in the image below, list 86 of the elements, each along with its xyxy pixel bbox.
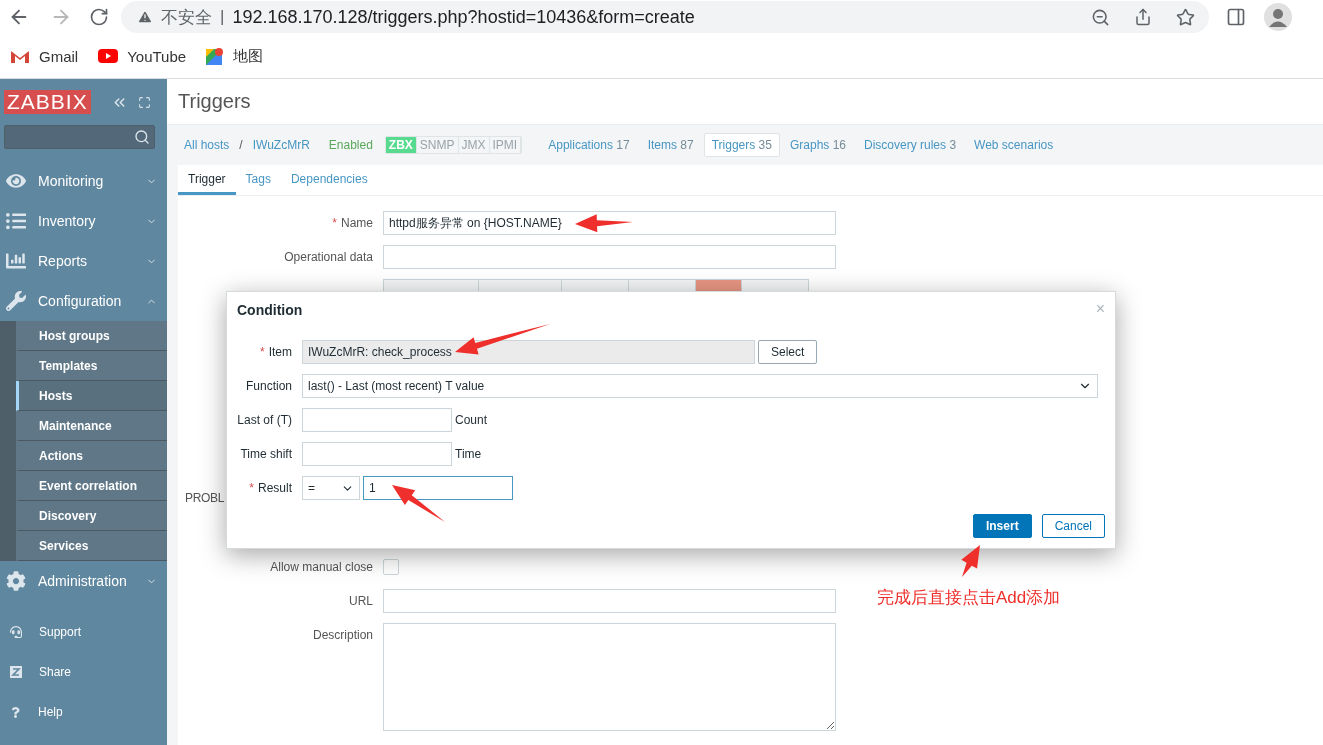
eye-icon bbox=[6, 171, 26, 191]
field-label: Function bbox=[245, 379, 292, 393]
page-title: Triggers bbox=[178, 90, 251, 113]
operational-data-field[interactable] bbox=[383, 245, 836, 269]
form-tab[interactable]: Tags bbox=[235, 165, 281, 195]
menu-item[interactable]: Configuration bbox=[0, 281, 167, 321]
function-select[interactable]: last() - Last (most recent) T value bbox=[302, 374, 1098, 398]
unit-label: Count bbox=[455, 413, 488, 427]
result-field[interactable]: 1 bbox=[363, 476, 513, 500]
host-tab[interactable]: Applications 17 bbox=[540, 133, 638, 157]
annotation-arrow bbox=[392, 485, 445, 522]
zabbix-logo[interactable]: ZABBIX bbox=[4, 90, 91, 114]
host-tab[interactable]: Triggers 35 bbox=[703, 133, 780, 157]
required-mark: * bbox=[260, 345, 265, 359]
field-label: Allow manual close bbox=[270, 560, 373, 574]
map-icon bbox=[206, 47, 225, 65]
bar-chart-icon bbox=[6, 251, 26, 271]
availability-badge: JMX bbox=[458, 137, 490, 153]
list-icon bbox=[6, 211, 26, 231]
play-icon bbox=[98, 49, 119, 63]
breadcrumb-link[interactable]: IWuZcMrR bbox=[252, 138, 310, 152]
field-label: Result bbox=[258, 481, 292, 495]
url-separator: | bbox=[220, 7, 225, 27]
field-label: Operational data bbox=[284, 250, 373, 264]
url-text: 192.168.170.128/triggers.php?hostid=10436&form=create bbox=[232, 6, 696, 28]
form-tab[interactable]: Dependencies bbox=[280, 165, 378, 195]
host-tab[interactable]: Web scenarios bbox=[966, 133, 1062, 157]
required-mark: * bbox=[249, 481, 254, 495]
bookmark-link[interactable]: Gmail bbox=[10, 47, 79, 65]
dialog-title: Condition bbox=[237, 302, 303, 320]
security-label: 不安全 bbox=[161, 6, 212, 29]
address-bar[interactable]: 不安全 | 192.168.170.128/triggers.php?hostid=10436&form=create bbox=[121, 1, 1209, 33]
menu-item[interactable]: Monitoring bbox=[0, 161, 167, 201]
sidebar-link[interactable]: Help bbox=[0, 692, 167, 732]
breadcrumb-separator: / bbox=[239, 138, 243, 152]
headset-icon bbox=[10, 626, 22, 638]
warning-icon bbox=[137, 9, 153, 25]
name-field[interactable]: httpd服务异常 on {HOST.NAME} bbox=[383, 211, 836, 235]
cancel-button[interactable]: Cancel bbox=[1041, 514, 1105, 538]
availability-badge: ZBX bbox=[385, 137, 417, 153]
form-tab[interactable]: Trigger bbox=[178, 165, 236, 195]
host-tab[interactable]: Items 87 bbox=[639, 133, 702, 157]
unit-label: Time bbox=[455, 447, 482, 461]
field-label: Last of (T) bbox=[237, 413, 292, 427]
bookmark-link[interactable]: YouTube bbox=[98, 47, 187, 65]
sidebar-link[interactable]: Support bbox=[0, 612, 167, 652]
search-icon[interactable] bbox=[134, 129, 150, 145]
submenu-item[interactable]: Hosts bbox=[16, 381, 167, 411]
field-label: Item bbox=[268, 345, 292, 359]
field-label: Name bbox=[341, 216, 373, 230]
bookmark-link[interactable]: 地图 bbox=[206, 46, 264, 66]
annotation-text: 完成后直接点击Add添加 bbox=[877, 587, 1061, 609]
required-mark: * bbox=[332, 216, 337, 230]
host-tab[interactable]: Discovery rules 3 bbox=[856, 133, 965, 157]
zoom-icon[interactable] bbox=[1091, 7, 1110, 27]
select-button[interactable]: Select bbox=[758, 340, 818, 364]
kiosk-icon[interactable] bbox=[137, 95, 151, 109]
availability-badge: IPMI bbox=[489, 137, 522, 153]
field-label: Time shift bbox=[240, 447, 292, 461]
mail-icon bbox=[10, 48, 30, 64]
last-of-field[interactable] bbox=[302, 408, 452, 432]
gear-icon bbox=[6, 571, 26, 591]
field-label: PROBL bbox=[184, 491, 225, 505]
availability-badge: SNMP bbox=[416, 137, 459, 153]
field-label: Description bbox=[312, 628, 373, 642]
menu-item[interactable]: Reports bbox=[0, 241, 167, 281]
checkbox[interactable] bbox=[383, 559, 399, 575]
description-field[interactable] bbox=[383, 623, 836, 731]
host-status[interactable]: Enabled bbox=[328, 138, 373, 152]
wrench-icon bbox=[6, 291, 26, 311]
field-label: URL bbox=[349, 594, 373, 608]
insert-button[interactable]: Insert bbox=[972, 514, 1032, 538]
share-icon bbox=[10, 666, 22, 678]
host-tab[interactable]: Graphs 16 bbox=[781, 133, 854, 157]
menu-item[interactable]: Administration bbox=[0, 561, 167, 601]
item-field[interactable]: IWuZcMrR: check_process bbox=[302, 340, 755, 364]
url-field[interactable] bbox=[383, 589, 836, 613]
search-field[interactable] bbox=[4, 125, 155, 149]
profile-avatar[interactable] bbox=[1264, 3, 1292, 31]
menu-item[interactable]: Inventory bbox=[0, 201, 167, 241]
breadcrumb-link[interactable]: All hosts bbox=[184, 138, 230, 152]
annotation-arrow bbox=[961, 545, 980, 577]
help-icon bbox=[10, 706, 21, 718]
operator-select[interactable]: = bbox=[302, 476, 360, 500]
time-shift-field[interactable] bbox=[302, 442, 452, 466]
sidebar-link[interactable]: Share bbox=[0, 652, 167, 692]
